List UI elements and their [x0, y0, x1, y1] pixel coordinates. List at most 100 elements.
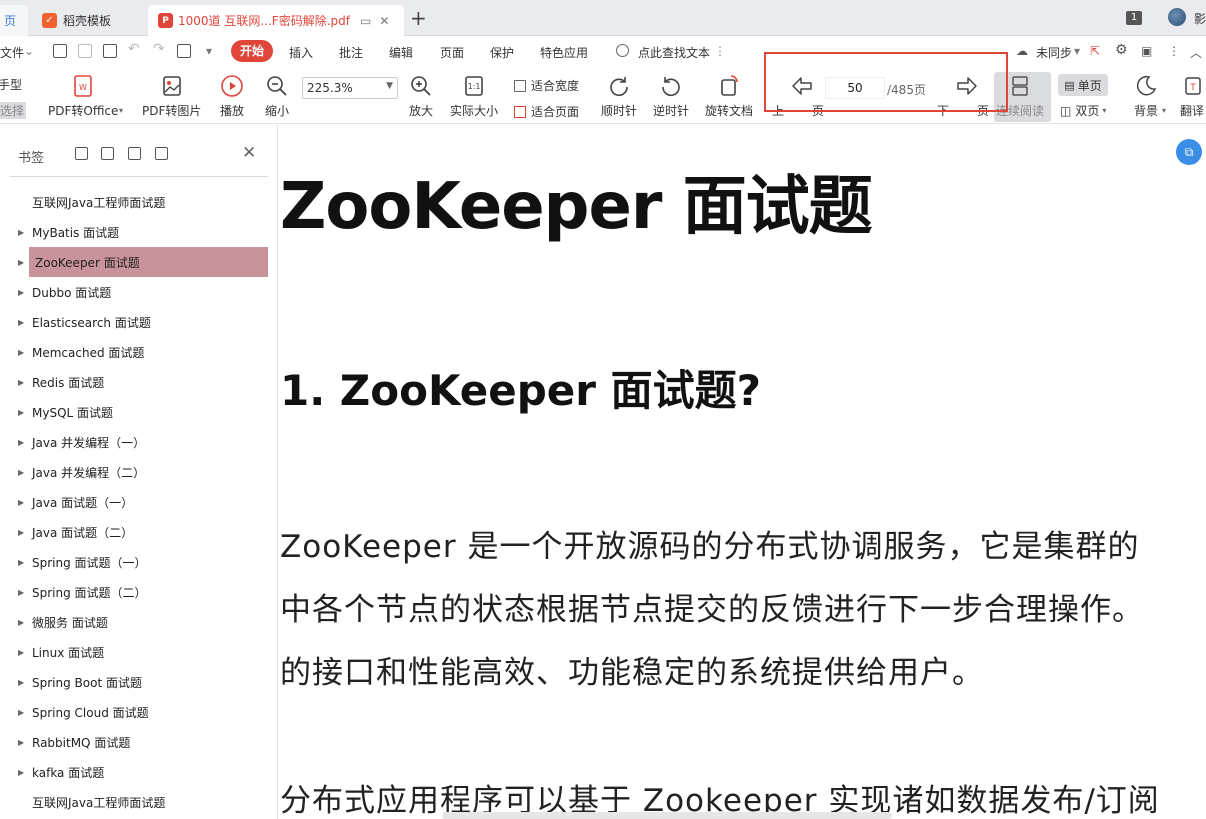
expand-arrow-icon[interactable]: ▶	[0, 288, 32, 297]
sidebar-item[interactable]: ▶ Spring 面试题（一）	[0, 547, 278, 577]
window-count-badge[interactable]: 1	[1126, 11, 1142, 25]
background-button[interactable]: 背景	[1134, 74, 1158, 119]
sidebar-item[interactable]: ▶ Spring 面试题（二）	[0, 577, 278, 607]
menu-start[interactable]: 开始	[231, 40, 273, 62]
sidebar-item[interactable]: ▶ Java 面试题（二）	[0, 517, 278, 547]
expand-arrow-icon[interactable]: ▶	[0, 378, 32, 387]
menu-edit[interactable]: 编辑	[389, 44, 413, 61]
menu-protect[interactable]: 保护	[490, 44, 514, 61]
expand-all-icon[interactable]	[75, 147, 88, 160]
sidebar-item[interactable]: ▶ Java 并发编程（一）	[0, 427, 278, 457]
sidebar-item[interactable]: ▶ Linux 面试题	[0, 637, 278, 667]
cloud-icon[interactable]: ☁	[1016, 44, 1028, 58]
save-icon[interactable]	[78, 44, 92, 58]
single-page-button[interactable]: ▤ 单页	[1058, 74, 1108, 96]
sidebar-item[interactable]: ▶ Java 面试题（一）	[0, 487, 278, 517]
tab-close-icon[interactable]: ✕	[379, 14, 389, 28]
expand-arrow-icon[interactable]: ▶	[0, 438, 32, 447]
expand-arrow-icon[interactable]: ▶	[0, 528, 32, 537]
more-options-icon[interactable]: ⋮	[714, 44, 726, 58]
search-input[interactable]: 点此查找文本	[638, 44, 710, 61]
sidebar-item[interactable]: ▶ Dubbo 面试题	[0, 277, 278, 307]
monitor-icon[interactable]: ▭	[360, 14, 371, 28]
expand-arrow-icon[interactable]: ▶	[0, 708, 32, 717]
pdf-to-office-dropdown-icon[interactable]: ▾	[119, 106, 123, 115]
sidebar-item[interactable]: ▶互联网Java工程师面试题	[0, 187, 278, 217]
sidebar-item[interactable]: ▶ kafka 面试题	[0, 757, 278, 787]
floating-tool-icon[interactable]: ⧉	[1176, 139, 1202, 165]
menu-insert[interactable]: 插入	[289, 44, 313, 61]
pdf-to-office-button[interactable]: W PDF转Office	[48, 74, 118, 119]
user-name[interactable]: 影	[1194, 10, 1206, 27]
menu-page[interactable]: 页面	[440, 44, 464, 61]
sidebar-item[interactable]: ▶ Spring Cloud 面试题	[0, 697, 278, 727]
more-dropdown-icon[interactable]: ▾	[206, 44, 212, 58]
chat-icon[interactable]: ▣	[1141, 44, 1152, 58]
menu-annotate[interactable]: 批注	[339, 44, 363, 61]
sidebar-item[interactable]: ▶ MyBatis 面试题	[0, 217, 278, 247]
chevron-down-icon[interactable]: ⌄	[24, 44, 34, 58]
expand-arrow-icon[interactable]: ▶	[0, 498, 32, 507]
sidebar-item[interactable]: ▶ Redis 面试题	[0, 367, 278, 397]
expand-arrow-icon[interactable]: ▶	[0, 618, 32, 627]
sidebar-item[interactable]: ▶ Elasticsearch 面试题	[0, 307, 278, 337]
expand-arrow-icon[interactable]: ▶	[0, 348, 32, 357]
rotate-counterclockwise-button[interactable]: 逆时针	[653, 74, 689, 119]
select-tool-label[interactable]: 选择	[0, 102, 27, 119]
expand-arrow-icon[interactable]: ▶	[0, 228, 32, 237]
sidebar-item[interactable]: ▶ ZooKeeper 面试题	[18, 247, 268, 277]
close-icon[interactable]: ✕	[242, 143, 256, 163]
double-page-button[interactable]: ◫ 双页 ▾	[1060, 102, 1106, 119]
translate-button[interactable]: T 翻译	[1180, 74, 1204, 119]
background-dropdown-icon[interactable]: ▾	[1162, 106, 1166, 115]
collapse-all-icon[interactable]	[101, 147, 114, 160]
rotate-document-button[interactable]: 旋转文档	[705, 74, 753, 119]
fit-page-button[interactable]: 适合页面	[514, 103, 579, 120]
expand-arrow-icon[interactable]: ▶	[0, 468, 32, 477]
menu-file[interactable]: 文件	[0, 44, 24, 61]
search-icon[interactable]	[616, 44, 629, 57]
expand-arrow-icon[interactable]: ▶	[0, 738, 32, 747]
hand-tool-button[interactable]: 手型 选择	[0, 76, 27, 119]
sync-status[interactable]: 未同步	[1036, 44, 1072, 61]
undo-icon[interactable]: ↶	[128, 41, 140, 57]
print-icon[interactable]	[103, 44, 117, 58]
expand-arrow-icon[interactable]: ▶	[0, 558, 32, 567]
add-bookmark-icon[interactable]	[128, 147, 141, 160]
expand-arrow-icon[interactable]: ▶	[0, 678, 32, 687]
document-viewer[interactable]: ZooKeeper 面试题 1. ZooKeeper 面试题? ZooKeepe…	[279, 125, 1206, 819]
horizontal-scrollbar[interactable]	[442, 812, 892, 819]
sidebar-item[interactable]: ▶ 微服务 面试题	[0, 607, 278, 637]
tab-daoke[interactable]: ✓ 稻壳模板	[32, 5, 144, 36]
export-icon[interactable]	[177, 44, 191, 58]
kebab-menu-icon[interactable]: ⋮	[1168, 44, 1180, 58]
collapse-ribbon-icon[interactable]: ︿	[1190, 44, 1202, 61]
tab-pdf[interactable]: P 1000道 互联网...F密码解除.pdf ▭ ✕	[148, 5, 404, 36]
bookmark-settings-icon[interactable]	[155, 147, 168, 160]
play-button[interactable]: 播放	[220, 74, 244, 119]
pdf-to-image-button[interactable]: PDF转图片	[142, 74, 201, 119]
redo-icon[interactable]: ↷	[153, 41, 165, 57]
sidebar-item[interactable]: ▶ Java 并发编程（二）	[0, 457, 278, 487]
new-tab-button[interactable]: +	[410, 6, 427, 30]
expand-arrow-icon[interactable]: ▶	[0, 768, 32, 777]
avatar[interactable]	[1168, 8, 1186, 26]
sidebar-item[interactable]: ▶ MySQL 面试题	[0, 397, 278, 427]
rotate-clockwise-button[interactable]: 顺时针	[601, 74, 637, 119]
sync-dropdown-icon[interactable]: ▾	[1074, 44, 1080, 58]
sidebar-item[interactable]: ▶互联网Java工程师面试题	[0, 787, 278, 817]
tab-home[interactable]: 页	[0, 5, 28, 36]
zoom-level-select[interactable]: 225.3% ▼	[302, 77, 398, 99]
fit-width-button[interactable]: 适合宽度	[514, 77, 579, 94]
gear-icon[interactable]: ⚙	[1115, 42, 1128, 58]
sidebar-item[interactable]: ▶ Spring Boot 面试题	[0, 667, 278, 697]
sidebar-item[interactable]: ▶ Memcached 面试题	[0, 337, 278, 367]
expand-arrow-icon[interactable]: ▶	[0, 588, 32, 597]
menu-features[interactable]: 特色应用	[540, 44, 588, 61]
actual-size-button[interactable]: 1:1 实际大小	[450, 74, 498, 119]
zoom-in-button[interactable]: 放大	[409, 74, 433, 119]
open-folder-icon[interactable]	[53, 44, 67, 58]
expand-arrow-icon[interactable]: ▶	[0, 408, 32, 417]
sidebar-item[interactable]: ▶ RabbitMQ 面试题	[0, 727, 278, 757]
share-icon[interactable]: ⇱	[1090, 44, 1100, 58]
